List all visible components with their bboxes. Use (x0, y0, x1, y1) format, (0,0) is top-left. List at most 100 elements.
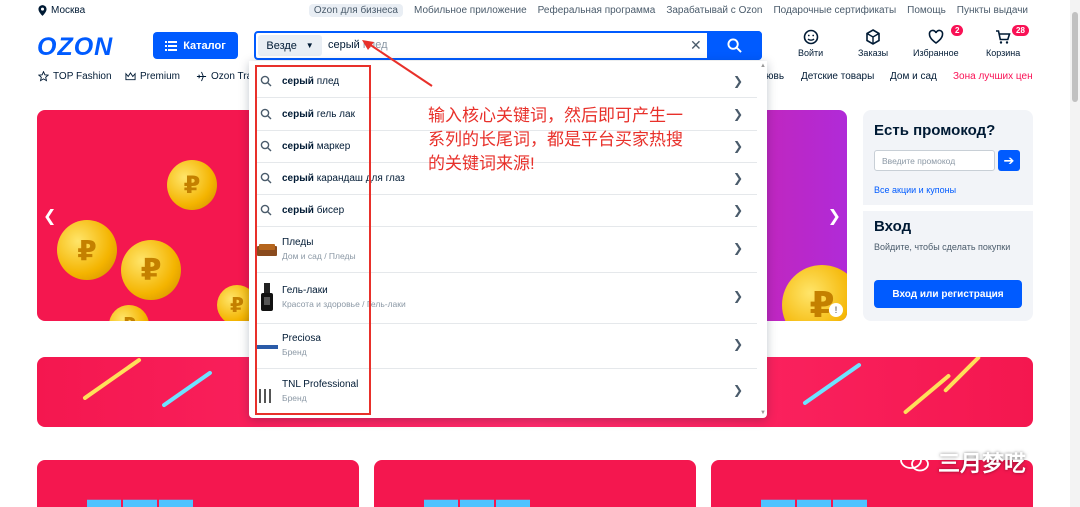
coin-image: ₽ (121, 240, 181, 300)
caret-down-icon: ▼ (305, 41, 314, 50)
header-actions: Войти Заказы Избранное 2 Корзина 28 (780, 25, 1060, 63)
chevron-right-icon: ❯ (732, 289, 743, 303)
location-label: Москва (51, 5, 86, 16)
promo-divider (863, 205, 1033, 211)
nav-item-shoes[interactable]: ювь (766, 71, 784, 82)
ozon-page: Москва Ozon для бизнеса Мобильное прилож… (0, 0, 1080, 507)
all-promos-link[interactable]: Все акции и купоны (874, 185, 956, 195)
nav-label: Ozon Tra (211, 71, 253, 82)
chevron-right-icon: ❯ (732, 241, 743, 255)
nav-item-top-fashion[interactable]: TOP Fashion (38, 71, 112, 82)
nav-item-home-garden[interactable]: Дом и сад (890, 71, 937, 82)
search-icon (727, 38, 742, 53)
chevron-right-icon: ❯ (732, 337, 743, 351)
nav-item-ozon-travel[interactable]: Ozon Tra (196, 71, 252, 82)
favorites-action[interactable]: Избранное 2 (913, 25, 964, 58)
link-pickup-points[interactable]: Пункты выдачи (957, 5, 1028, 17)
link-mobile-app[interactable]: Мобильное приложение (414, 5, 527, 17)
coin-image: ₽ (109, 305, 149, 321)
link-business[interactable]: Ozon для бизнеса (308, 4, 403, 17)
chevron-right-icon: ❯ (732, 383, 743, 397)
search-query-text: серый (328, 39, 360, 51)
search-scope-value: Везде (266, 39, 297, 52)
nav-label: TOP Fashion (53, 71, 112, 82)
scroll-up-icon[interactable]: ▲ (760, 63, 766, 69)
favorites-badge: 2 (951, 25, 964, 36)
search-button[interactable] (707, 31, 762, 60)
favorites-label: Избранное (913, 48, 959, 58)
cart-icon (996, 30, 1011, 44)
search-bar: Везде ▼ серый плед ✕ (254, 31, 762, 60)
menu-icon (165, 40, 178, 51)
search-scope-select[interactable]: Везде ▼ (258, 35, 322, 56)
catalog-label: Каталог (183, 39, 226, 52)
watermark: 三月梦呓 (900, 446, 1026, 478)
cart-badge: 28 (1012, 25, 1029, 36)
tile-graphic: ▬▬▬ (87, 480, 195, 507)
watermark-text: 三月梦呓 (938, 451, 1027, 476)
neon-line (802, 362, 862, 406)
carousel-next-icon[interactable]: ❯ (828, 206, 841, 226)
chevron-right-icon: ❯ (732, 203, 743, 217)
chevron-right-icon: ❯ (732, 171, 743, 185)
nav-label: Premium (140, 71, 181, 82)
info-icon[interactable]: ! (829, 303, 843, 317)
neon-line (161, 370, 213, 408)
promo-title: Есть промокод? (874, 122, 996, 139)
location-pin-icon (38, 5, 47, 16)
location-selector[interactable]: Москва (38, 5, 85, 16)
login-text: Войдите, чтобы сделать покупки (874, 242, 1011, 252)
arrow-right-icon: ➔ (1003, 152, 1015, 168)
nav-item-best-prices[interactable]: Зона лучших цен (953, 71, 1033, 82)
promo-code-input[interactable]: Введите промокод (874, 150, 995, 171)
plane-icon (196, 71, 207, 82)
nav-label: Дом и сад (890, 71, 937, 82)
annotation-text: 输入核心关键词，然后即可产生一系列的长尾词，都是平台买家热搜的关键词来源! (428, 106, 683, 173)
coin-image: ₽ (167, 160, 217, 210)
link-referral[interactable]: Реферальная программа (538, 5, 656, 17)
nav-label: Зона лучших цен (953, 71, 1033, 82)
cart-label: Корзина (986, 48, 1021, 58)
login-register-button[interactable]: Вход или регистрация (874, 280, 1022, 308)
nav-item-premium[interactable]: Premium (125, 71, 180, 82)
neon-line (82, 357, 142, 401)
wechat-icon (900, 451, 929, 472)
top-links: Ozon для бизнеса Мобильное приложение Ре… (308, 4, 1028, 17)
link-help[interactable]: Помощь (907, 5, 946, 17)
carousel-prev-icon[interactable]: ❮ (43, 206, 56, 226)
coin-image: ₽ (57, 220, 117, 280)
face-icon (803, 29, 818, 45)
link-earn[interactable]: Зарабатывай с Ozon (666, 5, 762, 17)
star-icon (38, 71, 49, 82)
dropdown-scrollbar[interactable]: ▲ ▼ (759, 61, 767, 418)
ozon-logo[interactable]: OZON (37, 33, 113, 62)
clear-icon[interactable]: ✕ (690, 37, 702, 54)
cart-action[interactable]: Корзина 28 (986, 25, 1029, 58)
login-action[interactable]: Войти (798, 29, 823, 58)
orders-action[interactable]: Заказы (858, 29, 888, 58)
catalog-button[interactable]: Каталог (153, 32, 238, 59)
annotation-arrow-icon (362, 40, 433, 87)
promo-submit-button[interactable]: ➔ (998, 150, 1020, 171)
scroll-down-icon[interactable]: ▼ (760, 410, 766, 416)
chevron-right-icon: ❯ (732, 107, 743, 121)
annotation-highlight-box (255, 65, 371, 415)
nav-label: Детские товары (801, 71, 875, 82)
login-title: Вход (874, 218, 912, 235)
crown-icon (125, 71, 136, 81)
scrollbar-thumb[interactable] (1072, 12, 1078, 102)
chevron-right-icon: ❯ (732, 74, 743, 88)
nav-item-kids[interactable]: Детские товары (801, 71, 874, 82)
top-links-bar: Москва Ozon для бизнеса Мобильное прилож… (0, 0, 1080, 22)
orders-label: Заказы (858, 48, 889, 58)
promo-panel: Есть промокод? Введите промокод ➔ Все ак… (863, 110, 1033, 321)
tile-graphic: ▬▬▬ (424, 480, 532, 507)
promo-tile[interactable]: ▬▬▬ (37, 460, 359, 507)
login-label: Войти (798, 48, 824, 58)
heart-icon (928, 29, 944, 44)
nav-label: ювь (766, 71, 785, 82)
page-scrollbar[interactable] (1070, 0, 1080, 507)
link-gift-cards[interactable]: Подарочные сертификаты (773, 5, 896, 17)
promo-tile[interactable]: ▬▬▬ (374, 460, 696, 507)
chevron-right-icon: ❯ (732, 139, 743, 153)
